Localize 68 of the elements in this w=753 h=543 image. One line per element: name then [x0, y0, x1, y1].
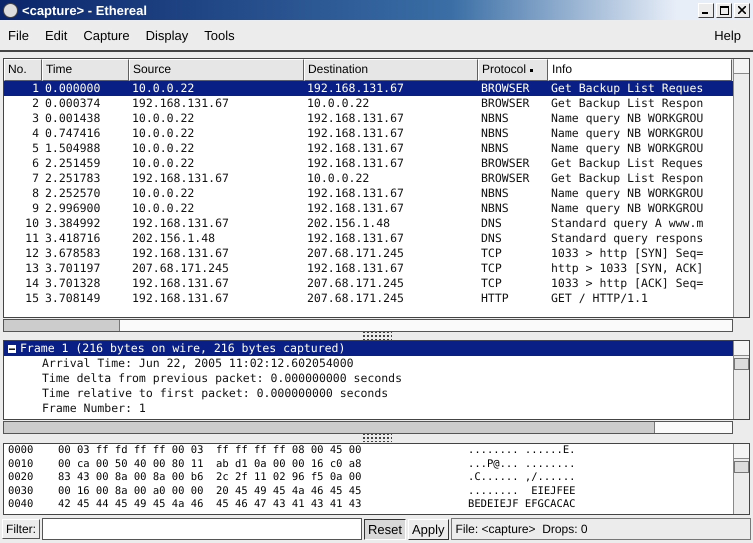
- menu-item[interactable]: Edit: [44, 28, 68, 42]
- hex-offset: 0020: [8, 471, 34, 484]
- status-text: File: <capture> Drops: 0: [450, 518, 751, 540]
- scrollbar[interactable]: [3, 421, 733, 434]
- menu-item[interactable]: Tools: [204, 28, 235, 42]
- maximize-icon: [720, 6, 728, 14]
- menu-item[interactable]: File: [8, 28, 29, 42]
- packet-row[interactable]: 15 3.708149 192.168.131.67 207.68.171.245 HTTP GET / HTTP/1.1: [4, 291, 733, 306]
- hex-bytes: 00 16 00 8a 00 a0 00 00 20 45 49 45 4a 46 45 45: [58, 484, 362, 498]
- tree-item[interactable]: Time relative to first packet: 0.000000000 seconds: [4, 386, 733, 401]
- collapse-icon[interactable]: [8, 344, 16, 352]
- ascii-bytes: ........ ......E.: [468, 444, 576, 458]
- menu-item[interactable]: Capture: [83, 28, 130, 42]
- packet-row[interactable]: 14 3.701328 192.168.131.67 207.68.171.245 TCP 1033 > http [ACK] Seq=: [4, 276, 733, 291]
- hex-bytes: 00 ca 00 50 40 00 80 11 ab d1 0a 00 00 16 c0 a8: [58, 458, 362, 471]
- window-title: <capture> - Ethereal: [22, 2, 147, 18]
- ascii-bytes: ...P@... ........: [468, 458, 576, 471]
- packet-row[interactable]: 4 0.747416 10.0.0.22 192.168.131.67 NBNS Name query NB WORKGROU: [4, 126, 733, 141]
- hex-offset: 0010: [8, 458, 34, 471]
- maximize-button[interactable]: [716, 2, 732, 18]
- column-header[interactable]: Info: [548, 59, 732, 81]
- filter-label: Filter:: [2, 519, 40, 539]
- tree-item[interactable]: Frame 1 (216 bytes on wire, 216 bytes captured): [4, 341, 733, 356]
- hex-bytes: 00 03 ff fd ff ff 00 03 ff ff ff ff 08 00 45 00: [58, 444, 362, 458]
- tree-item[interactable]: Time delta from previous packet: 0.000000000 seconds: [4, 371, 733, 386]
- tree-item[interactable]: Arrival Time: Jun 22, 2005 11:02:12.602054000: [4, 356, 733, 371]
- hex-bytes: 42 45 44 45 49 45 4a 46 45 46 47 43 41 43 41 43: [58, 498, 362, 512]
- packet-row[interactable]: 1 0.000000 10.0.0.22 192.168.131.67 BROWSER Get Backup List Reques: [4, 81, 733, 96]
- tree-item[interactable]: Frame Number: 1: [4, 401, 733, 416]
- column-header[interactable]: Source: [129, 59, 304, 81]
- ascii-bytes: ........ EIEJFEE: [468, 484, 576, 498]
- scrollbar[interactable]: [733, 341, 749, 419]
- column-header[interactable]: No.: [4, 59, 42, 81]
- menu-item[interactable]: Help: [714, 28, 741, 42]
- column-header[interactable]: Destination: [304, 59, 478, 81]
- packet-row[interactable]: 10 3.384992 192.168.131.67 202.156.1.48 DNS Standard query A www.m: [4, 216, 733, 231]
- packet-row[interactable]: 12 3.678583 192.168.131.67 207.68.171.245 TCP 1033 > http [SYN] Seq=: [4, 246, 733, 261]
- packet-row[interactable]: 8 2.252570 10.0.0.22 192.168.131.67 NBNS Name query NB WORKGROU: [4, 186, 733, 201]
- scrollbar[interactable]: [733, 444, 749, 514]
- packet-row[interactable]: 9 2.996900 10.0.0.22 192.168.131.67 NBNS Name query NB WORKGROU: [4, 201, 733, 216]
- minimize-button[interactable]: [698, 2, 714, 18]
- splitter-handle[interactable]: [362, 434, 392, 442]
- splitter-handle[interactable]: [362, 332, 392, 340]
- packet-row[interactable]: 13 3.701197 207.68.171.245 192.168.131.67 TCP http > 1033 [SYN, ACK]: [4, 261, 733, 276]
- packet-row[interactable]: 6 2.251459 10.0.0.22 192.168.131.67 BROWSER Get Backup List Reques: [4, 156, 733, 171]
- packet-row[interactable]: 7 2.251783 192.168.131.67 10.0.0.22 BROWSER Get Backup List Respon: [4, 171, 733, 186]
- menu-item[interactable]: Display: [146, 28, 188, 42]
- scrollbar[interactable]: [733, 59, 749, 317]
- ascii-bytes: BEDEIEJF EFGCACAC: [468, 498, 576, 512]
- ascii-bytes: .C...... ,/......: [468, 471, 576, 484]
- filter-button[interactable]: Apply: [408, 518, 448, 540]
- column-header[interactable]: Time: [42, 59, 129, 81]
- filter-field[interactable]: [42, 518, 362, 540]
- hex-offset: 0030: [8, 484, 34, 498]
- hex-offset: 0000: [8, 444, 34, 458]
- packet-row[interactable]: 3 0.001438 10.0.0.22 192.168.131.67 NBNS Name query NB WORKGROU: [4, 111, 733, 126]
- scrollbar[interactable]: [3, 319, 733, 332]
- hex-offset: 0040: [8, 498, 34, 512]
- column-header[interactable]: Protocol: [478, 59, 548, 81]
- hex-bytes: 83 43 00 8a 00 8a 00 b6 2c 2f 11 02 96 f5 0a 00: [58, 471, 362, 484]
- packet-row[interactable]: 5 1.504988 10.0.0.22 192.168.131.67 NBNS Name query NB WORKGROU: [4, 141, 733, 156]
- sort-indicator-icon: [530, 68, 534, 72]
- filter-button[interactable]: Reset: [364, 518, 406, 540]
- close-icon: [738, 6, 746, 14]
- packet-row[interactable]: 2 0.000374 192.168.131.67 10.0.0.22 BROWSER Get Backup List Respon: [4, 96, 733, 111]
- app-icon: [3, 2, 18, 18]
- packet-row[interactable]: 11 3.418716 202.156.1.48 192.168.131.67 DNS Standard query respons: [4, 231, 733, 246]
- close-button[interactable]: [734, 2, 750, 18]
